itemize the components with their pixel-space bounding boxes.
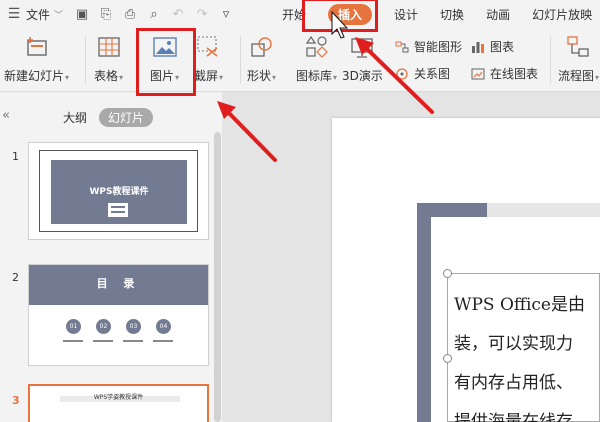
arrow-to-picture-button bbox=[217, 101, 277, 162]
annotation-arrows bbox=[217, 10, 434, 162]
arrow-to-insert-tab bbox=[355, 37, 434, 114]
mouse-cursor-icon bbox=[331, 10, 349, 39]
